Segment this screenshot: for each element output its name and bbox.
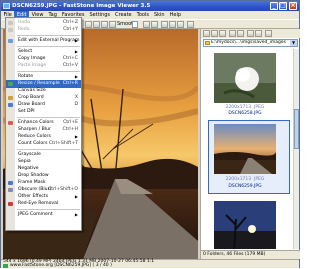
fit-window-icon[interactable]: [101, 21, 108, 28]
resize-icon: [8, 81, 13, 86]
menu-separator: [17, 45, 80, 47]
menu-item-label: Red-Eye Removal: [18, 201, 59, 206]
menu-item-set-dpi[interactable]: Set DPI: [6, 108, 81, 116]
menu-item-shortcut: Ctrl+V: [62, 63, 78, 68]
browser-panel: E:\mydocs\...\imgs\saved_images ▼ 2200x1…: [200, 29, 300, 259]
folder-path-text: E:\mydocs\...\imgs\saved_images: [211, 40, 287, 45]
external-program-icon: [8, 38, 13, 43]
menu-item-label: Paste Image: [18, 63, 47, 68]
tree-thumbnail-image: [214, 201, 276, 249]
back-icon[interactable]: [203, 30, 210, 37]
menu-item-label: JPEG Comment: [18, 212, 53, 217]
menu-separator: [17, 208, 80, 210]
thumbnail-dims: 2200x1713: [225, 177, 252, 182]
menu-item-jpeg-comment[interactable]: JPEG Comment ▶: [6, 211, 81, 219]
menu-separator: [17, 34, 80, 36]
prev-image-icon[interactable]: [143, 21, 150, 28]
menu-tools[interactable]: Tools: [134, 11, 151, 19]
next-image-icon[interactable]: [151, 21, 158, 28]
obscure-icon: [8, 187, 13, 192]
thumbnail-item-selected[interactable]: 2200x1713 JPEG DSCN6259.JPG: [208, 120, 290, 194]
email-icon[interactable]: [169, 21, 176, 28]
undo-icon: [8, 20, 13, 25]
submenu-arrow-icon: ▶: [74, 38, 78, 43]
refresh-icon[interactable]: [229, 30, 236, 37]
red-eye-icon: [8, 201, 13, 206]
menu-item-redo[interactable]: Redo Ctrl+Y: [6, 26, 81, 34]
menu-item-label: Set DPI: [18, 109, 35, 114]
menu-settings[interactable]: Settings: [87, 11, 113, 19]
actual-size-icon[interactable]: [109, 21, 116, 28]
thumbnail-filename: DSCN6258.JPG: [228, 111, 262, 116]
folder-icon: [205, 41, 210, 45]
forward-icon[interactable]: [211, 30, 218, 37]
minimize-button[interactable]: _: [270, 2, 278, 10]
menu-item-paste-image[interactable]: Paste Image Ctrl+V: [6, 62, 81, 70]
edit-menu: Undo Ctrl+Z Redo Ctrl+Y Edit with External P…: [5, 17, 82, 231]
submenu-arrow-icon: ▶: [74, 212, 78, 217]
thumbnail-type: JPEG: [254, 177, 265, 182]
sunset-thumbnail-image: [214, 124, 276, 174]
menu-item-count-colors[interactable]: Count Colors Ctrl+Shift+T: [6, 140, 81, 148]
favorites-icon[interactable]: [237, 30, 244, 37]
fullscreen-icon[interactable]: [187, 21, 194, 28]
thumbnail-filename: DSCN6259.JPG: [228, 184, 262, 189]
crop-icon: [8, 95, 13, 100]
app-window: DSCN6259.JPG - FastStone Image Viewer 3.…: [0, 0, 300, 268]
menu-skin[interactable]: Skin: [151, 11, 167, 19]
thumbnail-size-icon[interactable]: [255, 30, 262, 37]
title-bar[interactable]: DSCN6259.JPG - FastStone Image Viewer 3.…: [1, 1, 299, 11]
menu-separator: [17, 70, 80, 72]
scrollbar-thumb[interactable]: [294, 109, 299, 149]
menu-item-shortcut: Ctrl+Y: [63, 27, 78, 32]
menu-item-label: Count Colors: [18, 141, 48, 146]
status-bar: 544 x 1696 (0.49 MP) 24bit JPEG 1.31 MB …: [1, 259, 299, 268]
home-icon: [3, 264, 8, 268]
zoom-in-icon[interactable]: [85, 21, 92, 28]
browser-toolbar: [201, 29, 300, 38]
zoom-out-icon[interactable]: [93, 21, 100, 28]
frame-mask-icon: [8, 180, 13, 185]
thumbnail-list: 2200x1713 JPEG DSCN6258.JPG 2200x1713 JP…: [201, 49, 294, 249]
menu-item-shortcut: Ctrl+Shift+T: [48, 141, 78, 146]
filter-icon[interactable]: [265, 30, 272, 37]
slideshow-icon[interactable]: [161, 21, 168, 28]
menu-create[interactable]: Create: [113, 11, 135, 19]
menu-item-label: Edit with External Program: [18, 38, 80, 43]
chevron-down-icon[interactable]: ▼: [290, 40, 297, 46]
menu-item-red-eye-removal[interactable]: Red-Eye Removal: [6, 200, 81, 208]
close-button[interactable]: ×: [289, 2, 297, 10]
maximize-button[interactable]: □: [279, 2, 287, 10]
browser-status: 0 Folders, 46 Files (179 MB): [201, 250, 300, 259]
up-folder-icon[interactable]: [219, 30, 226, 37]
menu-separator: [17, 116, 80, 118]
enhance-colors-icon: [8, 120, 13, 125]
redo-icon: [8, 27, 13, 32]
draw-icon: [8, 102, 13, 107]
menu-item-label: Redo: [18, 27, 30, 32]
menu-help[interactable]: Help: [167, 11, 183, 19]
menu-separator: [17, 148, 80, 150]
print-icon[interactable]: [177, 21, 184, 28]
thumbnail-item[interactable]: [209, 199, 289, 249]
app-icon: [3, 3, 10, 9]
smooth-dropdown[interactable]: [132, 21, 138, 28]
thumbnail-item[interactable]: 2200x1713 JPEG DSCN6258.JPG: [209, 51, 289, 119]
rose-thumbnail-image: [214, 53, 276, 103]
thumbnail-dims: 2200x1713: [225, 105, 252, 110]
window-title: DSCN6259.JPG - FastStone Image Viewer 3.…: [12, 3, 151, 9]
sort-icon[interactable]: [247, 30, 254, 37]
thumbnail-type: JPEG: [254, 105, 265, 110]
folder-path-input[interactable]: E:\mydocs\...\imgs\saved_images ▼: [203, 39, 298, 47]
thumbnail-scrollbar[interactable]: [293, 49, 299, 249]
menu-item-edit-with-external-program[interactable]: Edit with External Program ▶: [6, 37, 81, 45]
